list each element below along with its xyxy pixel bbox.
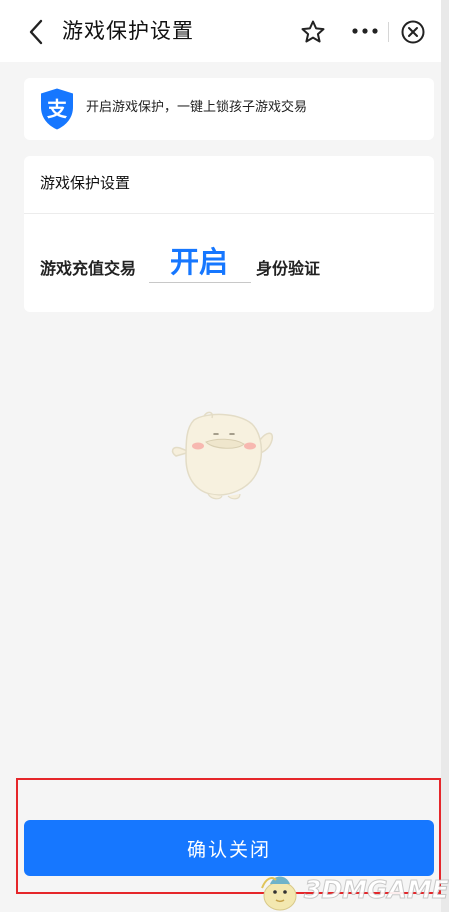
scroll-edge <box>441 0 449 912</box>
identity-verification-label: 身份验证 <box>256 259 321 278</box>
notice-text: 开启游戏保护，一键上锁孩子游戏交易 <box>86 100 308 115</box>
settings-divider <box>24 213 434 214</box>
settings-section-title: 游戏保护设置 <box>40 174 131 192</box>
protection-status-value[interactable]: 开启 <box>148 242 250 282</box>
watermark: 3DMGAME <box>256 866 449 912</box>
chevron-left-icon <box>29 19 43 45</box>
back-button[interactable] <box>24 18 48 46</box>
navigation-bar: 游戏保护设置 <box>0 0 449 62</box>
page-title: 游戏保护设置 <box>62 19 194 43</box>
svg-text:支: 支 <box>47 97 68 121</box>
close-button[interactable] <box>400 19 426 45</box>
mascot-illustration <box>171 411 274 500</box>
more-button[interactable] <box>350 21 380 41</box>
recharge-transaction-label: 游戏充值交易 <box>40 259 137 278</box>
status-underline <box>149 282 251 283</box>
more-icon <box>352 28 378 34</box>
nav-divider <box>388 22 389 42</box>
alipay-shield-icon: 支 <box>41 88 73 130</box>
watermark-text: 3DMGAME <box>304 875 449 904</box>
star-icon <box>301 20 325 43</box>
close-circle-icon <box>401 20 425 44</box>
watermark-mascot-icon <box>261 876 297 911</box>
notice-card: 支 开启游戏保护，一键上锁孩子游戏交易 <box>24 78 434 140</box>
favorite-button[interactable] <box>300 19 326 45</box>
settings-card: 游戏保护设置 游戏充值交易 开启 身份验证 <box>24 156 434 312</box>
